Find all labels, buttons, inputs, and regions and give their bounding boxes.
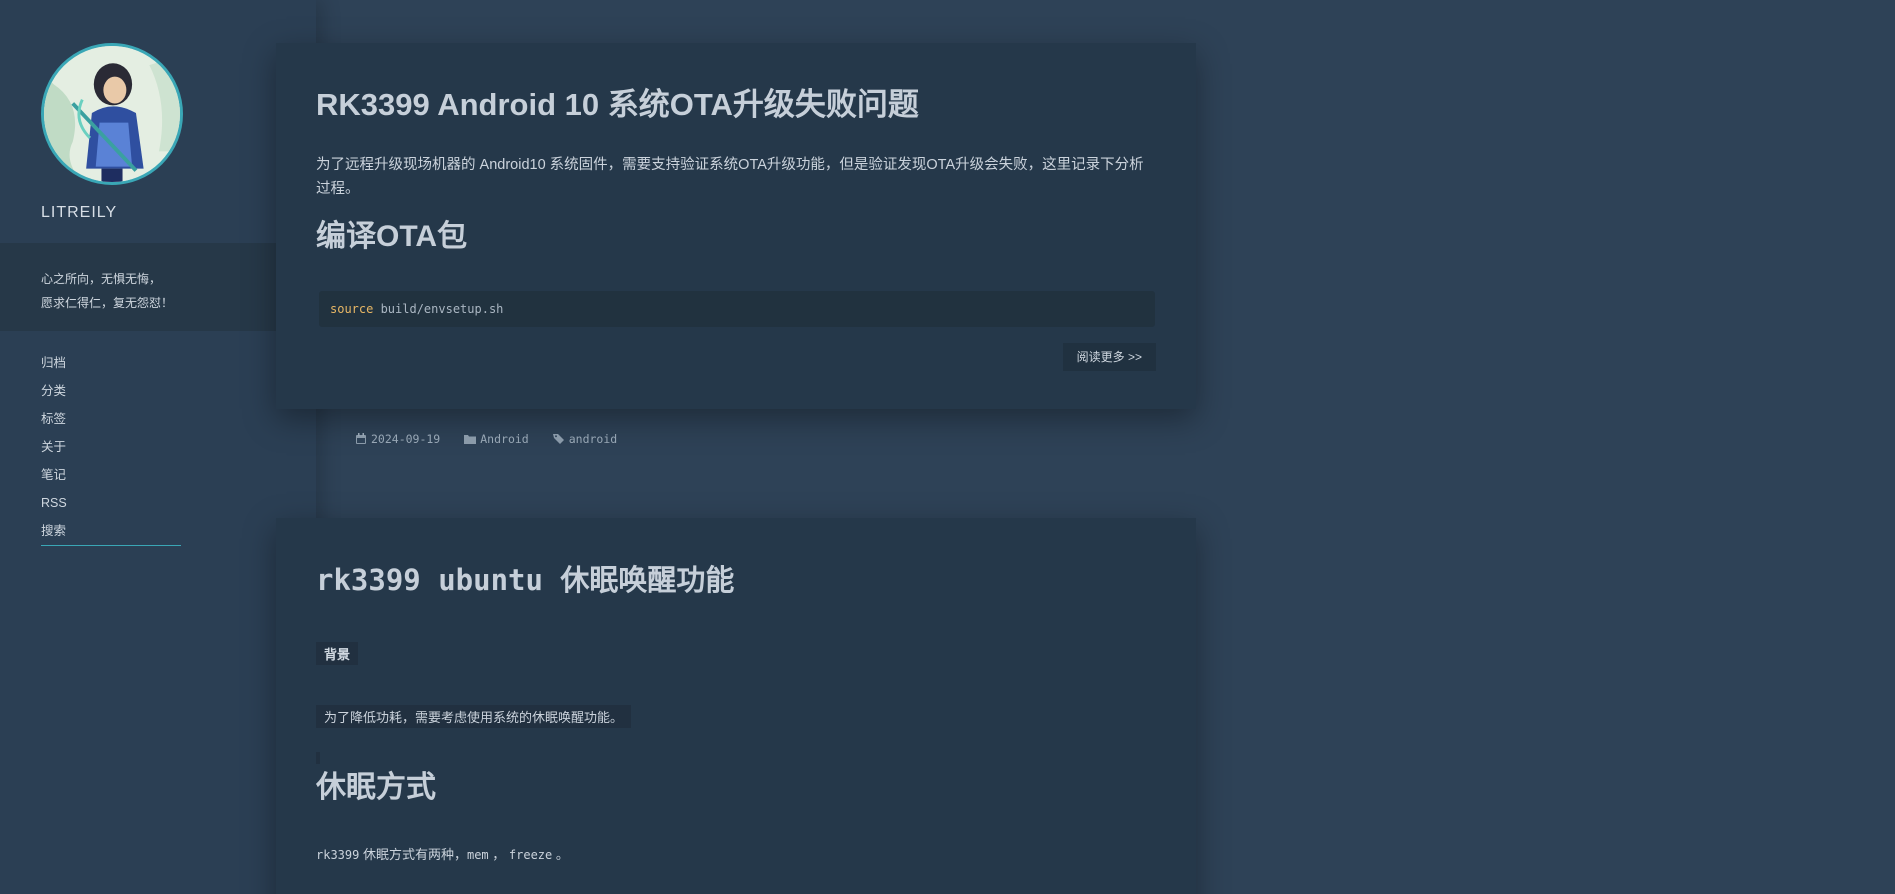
sidebar-nav: 归档 分类 标签 关于 笔记 RSS 搜索: [41, 352, 181, 546]
avatar[interactable]: [41, 43, 183, 185]
code-block: source build/envsetup.sh: [319, 291, 1155, 327]
inline-text: 休眠方式有两种，: [359, 847, 467, 862]
sidebar: LITREILY 心之所向，无惧无悔， 愿求仁得仁，复无怨怼！ 归档 分类 标签…: [0, 0, 316, 894]
motto: 心之所向，无惧无悔， 愿求仁得仁，复无怨怼！: [0, 243, 316, 331]
nav-item-search[interactable]: 搜索: [41, 520, 181, 546]
post-excerpt: 为了远程升级现场机器的 Android10 系统固件，需要支持验证系统OTA升级…: [316, 157, 1144, 197]
code-text: build/envsetup.sh: [373, 302, 504, 316]
code-keyword: source: [330, 302, 374, 316]
post-tag[interactable]: android: [552, 432, 617, 446]
nav-item-about[interactable]: 关于: [41, 436, 181, 464]
read-more-button[interactable]: 阅读更多 >>: [1062, 343, 1156, 371]
inline-prefix: rk3399: [316, 848, 360, 862]
post-title[interactable]: RK3399 Android 10 系统OTA升级失败问题: [316, 83, 1156, 127]
nav-item-categories[interactable]: 分类: [41, 380, 181, 408]
inline-code-freeze: freeze: [508, 848, 553, 862]
post-date: 2024-09-19: [355, 432, 440, 446]
post-date-text: 2024-09-19: [371, 432, 441, 446]
divider-mark: [316, 752, 320, 764]
post-title[interactable]: rk3399 ubuntu 休眠唤醒功能: [316, 558, 1156, 602]
post-heading: 休眠方式: [316, 771, 436, 804]
folder-icon: [464, 435, 477, 444]
post-card: RK3399 Android 10 系统OTA升级失败问题 为了远程升级现场机器…: [276, 43, 1196, 409]
post-heading: 编译OTA包: [316, 220, 468, 253]
post-title-text[interactable]: rk3399 ubuntu 休眠唤醒功能: [316, 563, 734, 597]
calendar-icon: [356, 433, 366, 444]
nav-item-archives[interactable]: 归档: [41, 352, 181, 380]
post-category-text[interactable]: Android: [480, 432, 528, 446]
site-name[interactable]: LITREILY: [41, 204, 117, 222]
post-category[interactable]: Android: [464, 432, 529, 446]
post-card: rk3399 ubuntu 休眠唤醒功能 背景 为了降低功耗，需要考虑使用系统的…: [276, 518, 1196, 894]
post-line: rk3399 休眠方式有两种，mem ， freeze 。: [316, 844, 1156, 864]
section-label: 背景: [316, 642, 359, 665]
inline-end: 。: [552, 847, 569, 862]
motto-line-2: 愿求仁得仁，复无怨怼！: [41, 296, 174, 310]
motto-line-1: 心之所向，无惧无悔，: [41, 272, 162, 286]
post-meta: 2024-09-19 Android android: [355, 432, 617, 446]
nav-item-tags[interactable]: 标签: [41, 408, 181, 436]
post-tag-text[interactable]: android: [569, 432, 617, 446]
nav-item-notes[interactable]: 笔记: [41, 464, 181, 492]
inline-sep: ，: [488, 847, 509, 862]
nav-item-rss[interactable]: RSS: [41, 492, 181, 520]
page: LITREILY 心之所向，无惧无悔， 愿求仁得仁，复无怨怼！ 归档 分类 标签…: [0, 0, 1895, 894]
avatar-image: [44, 46, 180, 182]
tag-icon: [552, 434, 564, 444]
inline-code-mem: mem: [466, 848, 489, 862]
post-paragraph: 为了降低功耗，需要考虑使用系统的休眠唤醒功能。: [316, 705, 632, 728]
